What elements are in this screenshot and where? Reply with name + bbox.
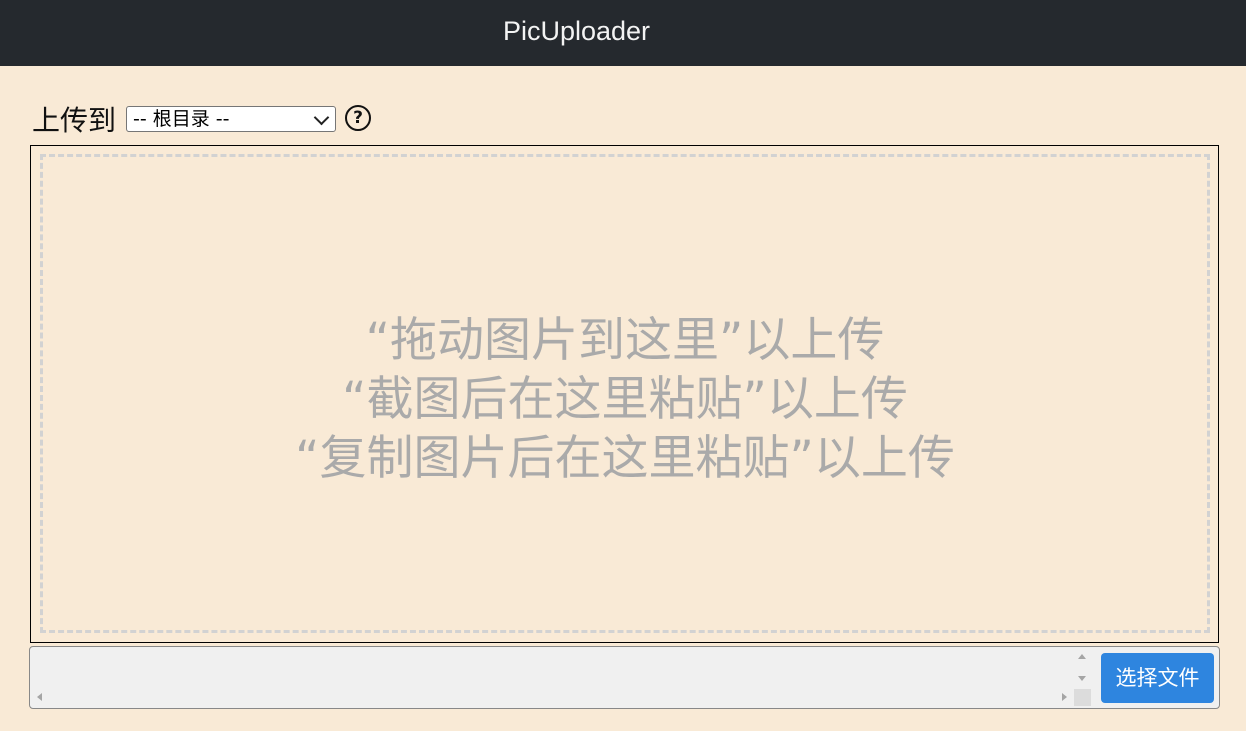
scroll-up-arrow-icon[interactable] [1078,654,1086,659]
drop-instruction-drag: “拖动图片到这里”以上传 [365,313,885,368]
scroll-right-arrow-icon[interactable] [1062,693,1067,701]
folder-select[interactable]: -- 根目录 -- [126,106,337,132]
drop-zone-instructions: “拖动图片到这里”以上传 “截图后在这里粘贴”以上传 “复制图片后在这里粘贴”以… [43,311,1207,488]
drop-zone-dashed-border: “拖动图片到这里”以上传 “截图后在这里粘贴”以上传 “复制图片后在这里粘贴”以… [40,154,1210,633]
navbar: PicUploader [0,0,1246,66]
scroll-down-arrow-icon[interactable] [1078,676,1086,681]
brand-title[interactable]: PicUploader [0,0,1153,62]
folder-select-value: -- 根目录 -- [133,108,230,130]
drop-instruction-screenshot: “截图后在这里粘贴”以上传 [342,372,908,427]
question-circle-icon[interactable]: ? [345,104,372,131]
drop-instruction-copy: “复制图片后在这里粘贴”以上传 [295,431,955,486]
upload-to-label: 上传到 [32,104,117,137]
scroll-left-arrow-icon[interactable] [37,693,42,701]
file-list-area[interactable]: 选择文件 [29,646,1220,709]
upload-target-row: 上传到 -- 根目录 -- ? [32,98,372,140]
choose-file-button[interactable]: 选择文件 [1101,653,1214,703]
chevron-down-icon [313,109,330,126]
drop-zone[interactable]: “拖动图片到这里”以上传 “截图后在这里粘贴”以上传 “复制图片后在这里粘贴”以… [30,145,1219,643]
scrollbar-corner [1074,689,1091,706]
